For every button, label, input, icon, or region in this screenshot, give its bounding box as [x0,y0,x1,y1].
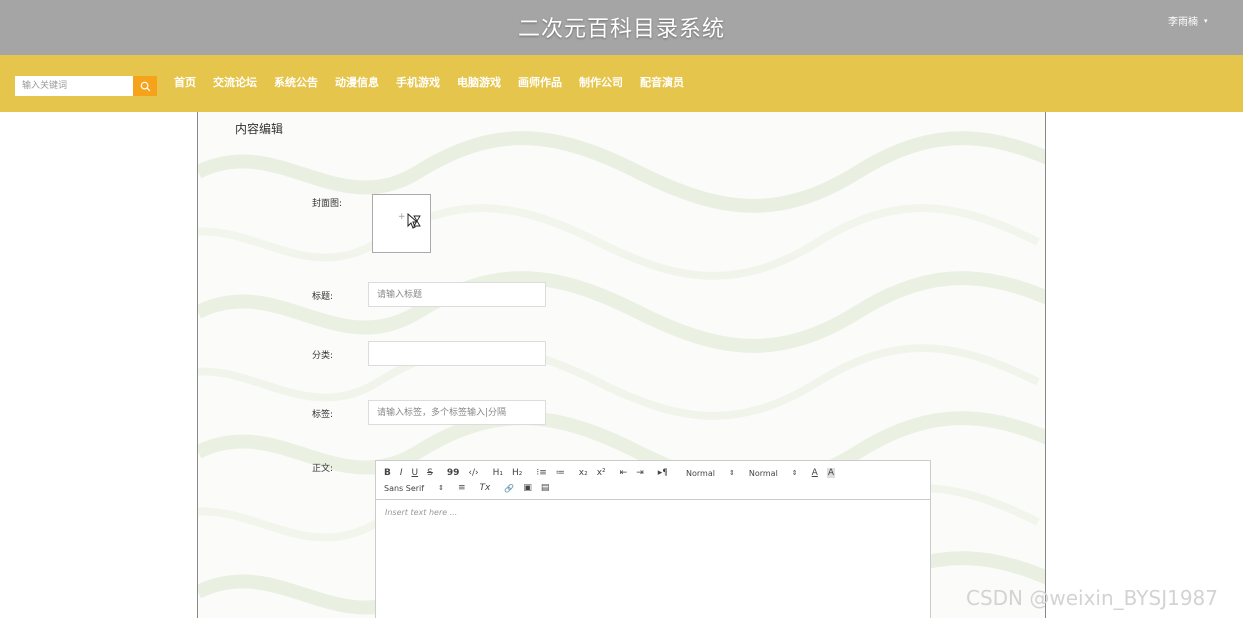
category-label: 分类: [312,351,334,361]
tags-input[interactable] [368,400,546,425]
tags-label: 标签: [312,410,334,420]
text-direction-button[interactable]: ▸¶ [658,468,668,478]
search-icon [140,81,150,91]
header-select-value: Normal [748,468,778,478]
h1-button[interactable]: H₁ [493,468,503,478]
link-icon[interactable]: 🔗 [504,484,514,493]
background-color-button[interactable]: A [826,468,836,478]
font-select-value: Sans Serif [384,483,425,493]
nav-item-mobile-games[interactable]: 手机游戏 [396,76,440,90]
top-header: 二次元百科目录系统 李雨楠 ▾ [0,0,1243,55]
category-input[interactable] [368,341,546,366]
font-select[interactable]: Sans Serif ⇕ [384,484,444,493]
content-edit-panel: 内容编辑 封面图: + 标题: 分类: 标签: 正文: B I U S 99 ‹… [197,112,1046,618]
clear-format-button[interactable]: Tx [480,483,491,493]
indent-decrease-button[interactable]: ⇤ [620,468,628,478]
bullet-list-button[interactable]: ≔ [556,468,565,478]
nav-item-artist-works[interactable]: 画师作品 [518,76,562,90]
watermark-text: CSDN @weixin_BYSJ1987 [966,586,1219,610]
plus-icon: + [398,212,406,222]
nav-item-anime-info[interactable]: 动漫信息 [335,76,379,90]
title-input[interactable] [368,282,546,307]
ordered-list-button[interactable]: ⁝≡ [536,468,546,478]
bold-button[interactable]: B [384,468,391,478]
italic-button[interactable]: I [400,468,403,478]
editor-content-area[interactable]: Insert text here ... [376,500,930,525]
search-button[interactable] [133,76,157,96]
subscript-button[interactable]: x₂ [579,468,588,478]
header-select[interactable]: Normal ⇕ [749,469,798,478]
cover-label: 封面图: [312,199,343,209]
h2-button[interactable]: H₂ [512,468,522,478]
panel-title: 内容编辑 [235,122,284,136]
select-arrows-icon: ⇕ [728,468,735,477]
code-block-button[interactable]: ‹/› [468,468,478,478]
select-arrows-icon: ⇕ [791,468,798,477]
video-icon[interactable]: ▤ [541,483,550,493]
nav-item-forum[interactable]: 交流论坛 [213,76,257,90]
size-select[interactable]: Normal ⇕ [686,469,735,478]
body-label: 正文: [312,464,334,474]
user-name[interactable]: 李雨楠 [1168,13,1198,28]
toolbar-row: B I U S 99 ‹/› H₁ H₂ ⁝≡ ≔ x₂ x² ⇤ ⇥ ▸¶ N… [384,466,922,480]
size-select-value: Normal [686,468,715,478]
title-label: 标题: [312,292,334,302]
nav-item-pc-games[interactable]: 电脑游戏 [457,76,501,90]
blockquote-button[interactable]: 99 [447,468,460,478]
nav-item-voice-actors[interactable]: 配音演员 [640,76,684,90]
underline-button[interactable]: U [412,468,419,478]
main-navbar: 首页 交流论坛 系统公告 动漫信息 手机游戏 电脑游戏 画师作品 制作公司 配音… [0,55,1243,112]
toolbar-row: Sans Serif ⇕ ≡ Tx 🔗 ▣ ▤ [384,481,922,495]
align-button[interactable]: ≡ [458,483,466,493]
editor-toolbar: B I U S 99 ‹/› H₁ H₂ ⁝≡ ≔ x₂ x² ⇤ ⇥ ▸¶ N… [376,461,930,500]
strike-button[interactable]: S [427,468,433,478]
indent-increase-button[interactable]: ⇥ [636,468,644,478]
superscript-button[interactable]: x² [597,468,606,478]
font-color-button[interactable]: A [812,468,818,478]
nav-item-home[interactable]: 首页 [174,76,196,90]
site-title: 二次元百科目录系统 [517,17,725,42]
nav-item-announcements[interactable]: 系统公告 [274,76,318,90]
image-icon[interactable]: ▣ [523,483,532,493]
hourglass-icon [407,213,421,229]
cover-upload[interactable]: + [372,194,431,253]
search-input[interactable] [15,76,133,96]
select-arrows-icon: ⇕ [438,483,444,492]
nav-menu: 首页 交流论坛 系统公告 动漫信息 手机游戏 电脑游戏 画师作品 制作公司 配音… [174,76,701,90]
chevron-down-icon[interactable]: ▾ [1204,17,1208,25]
nav-item-studios[interactable]: 制作公司 [579,76,623,90]
rich-text-editor: B I U S 99 ‹/› H₁ H₂ ⁝≡ ≔ x₂ x² ⇤ ⇥ ▸¶ N… [375,460,931,618]
user-menu[interactable]: 李雨楠 ▾ [1168,13,1208,29]
